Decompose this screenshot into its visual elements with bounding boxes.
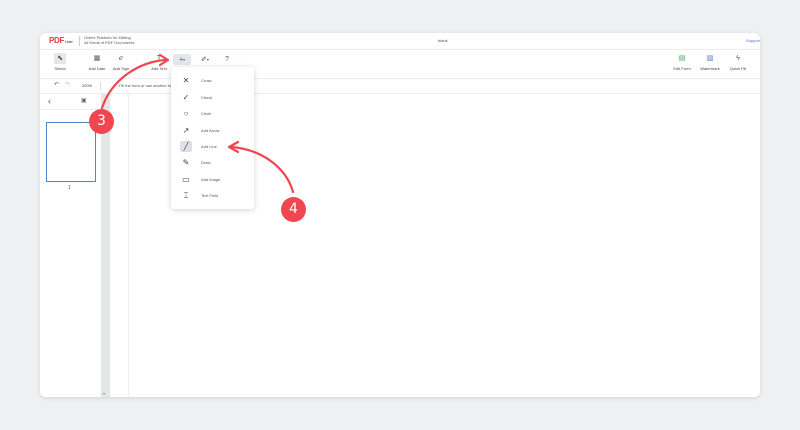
page-number: 1	[68, 185, 71, 191]
main-toolbar: ⬉ Select ▦ Add Date ℯ Add Sign T Add Tex…	[40, 50, 760, 79]
support-link[interactable]: Support	[746, 38, 760, 43]
chevron-down-icon: ▾	[206, 57, 209, 62]
add-date-tool[interactable]: ▦ Add Date	[86, 53, 108, 71]
lightning-icon: ϟ	[736, 55, 740, 62]
menu-item-add-image[interactable]: ▭ Add Image	[171, 172, 254, 187]
menu-item-add-line[interactable]: ╱ Add Line	[171, 139, 254, 154]
undo-icon[interactable]: ↶	[54, 81, 59, 88]
chevron-down-icon: ▾	[183, 57, 186, 62]
app-window: PDFLiner Online Platform for Editing All…	[40, 33, 760, 397]
arrow-icon: ↗	[182, 126, 190, 135]
menu-item-circle[interactable]: ○ Circle	[171, 106, 254, 121]
page-edge	[128, 94, 129, 397]
quick-fill-tool[interactable]: ϟ Quick Fill	[727, 53, 749, 71]
signature-icon: ℯ	[118, 55, 124, 62]
form-icon: ▤	[678, 55, 686, 62]
pen-icon: ✎	[182, 158, 190, 167]
page-thumbnails-sidebar: ‹ ▣ 1	[40, 94, 101, 397]
redo-icon[interactable]: ↷	[65, 81, 70, 88]
document-title: blank	[438, 38, 448, 43]
highlight-dropdown-button[interactable]: ✐▾	[196, 54, 214, 65]
menu-item-cross[interactable]: ✕ Cross	[171, 73, 254, 88]
menu-item-add-arrow[interactable]: ↗ Add Arrow	[171, 123, 254, 138]
step-4-badge: 4	[281, 197, 306, 222]
check-icon: ✓	[182, 93, 190, 102]
scroll-down-icon[interactable]: ▾	[103, 391, 105, 396]
watermark-icon: ▧	[706, 55, 714, 62]
help-button[interactable]: ?	[222, 54, 232, 65]
watermark-tool[interactable]: ▧ Watermark	[697, 53, 723, 71]
circle-icon: ○	[183, 109, 189, 118]
subbar-divider	[100, 82, 101, 90]
add-text-tool[interactable]: T Add Text	[147, 53, 171, 71]
sidebar-divider	[40, 109, 101, 110]
secondary-toolbar: ↶ ↷ 200% Fill the form or use another to…	[40, 79, 760, 94]
chevron-left-icon[interactable]: ‹	[48, 96, 51, 106]
shapes-dropdown-button[interactable]: +▾	[173, 54, 191, 65]
page-settings-icon[interactable]: ▣	[81, 97, 87, 104]
calendar-icon: ▦	[93, 55, 101, 62]
select-tool[interactable]: ⬉ Select	[49, 53, 71, 71]
add-sign-tool[interactable]: ℯ Add Sign	[110, 53, 132, 71]
step-3-badge: 3	[89, 109, 114, 134]
vertical-scrollbar[interactable]	[101, 94, 110, 397]
edit-form-tool[interactable]: ▤ Edit Form	[670, 53, 694, 71]
instruction-hint: Fill the form or use another tool	[119, 83, 175, 88]
shapes-dropdown-menu: ✕ Cross ✓ Check ○ Circle ↗ Add Arrow ╱ A…	[171, 67, 254, 209]
tagline: Online Platform for Editing All Kinds of…	[84, 35, 135, 45]
logo-divider	[79, 36, 80, 46]
menu-item-check[interactable]: ✓ Check	[171, 90, 254, 105]
zoom-level[interactable]: 200%	[82, 83, 92, 88]
image-icon: ▭	[182, 175, 190, 184]
text-icon: T	[156, 55, 162, 62]
page-thumbnail[interactable]	[46, 122, 96, 182]
pdfliner-logo[interactable]: PDFLiner	[49, 36, 73, 45]
app-header: PDFLiner Online Platform for Editing All…	[40, 33, 760, 50]
cursor-icon: ⬉	[54, 53, 66, 64]
line-icon: ╱	[180, 141, 192, 152]
menu-item-text-field[interactable]: ⌶ Text Field	[171, 188, 254, 203]
cross-icon: ✕	[182, 76, 190, 85]
text-field-icon: ⌶	[183, 191, 189, 200]
menu-item-draw[interactable]: ✎ Draw	[171, 155, 254, 170]
